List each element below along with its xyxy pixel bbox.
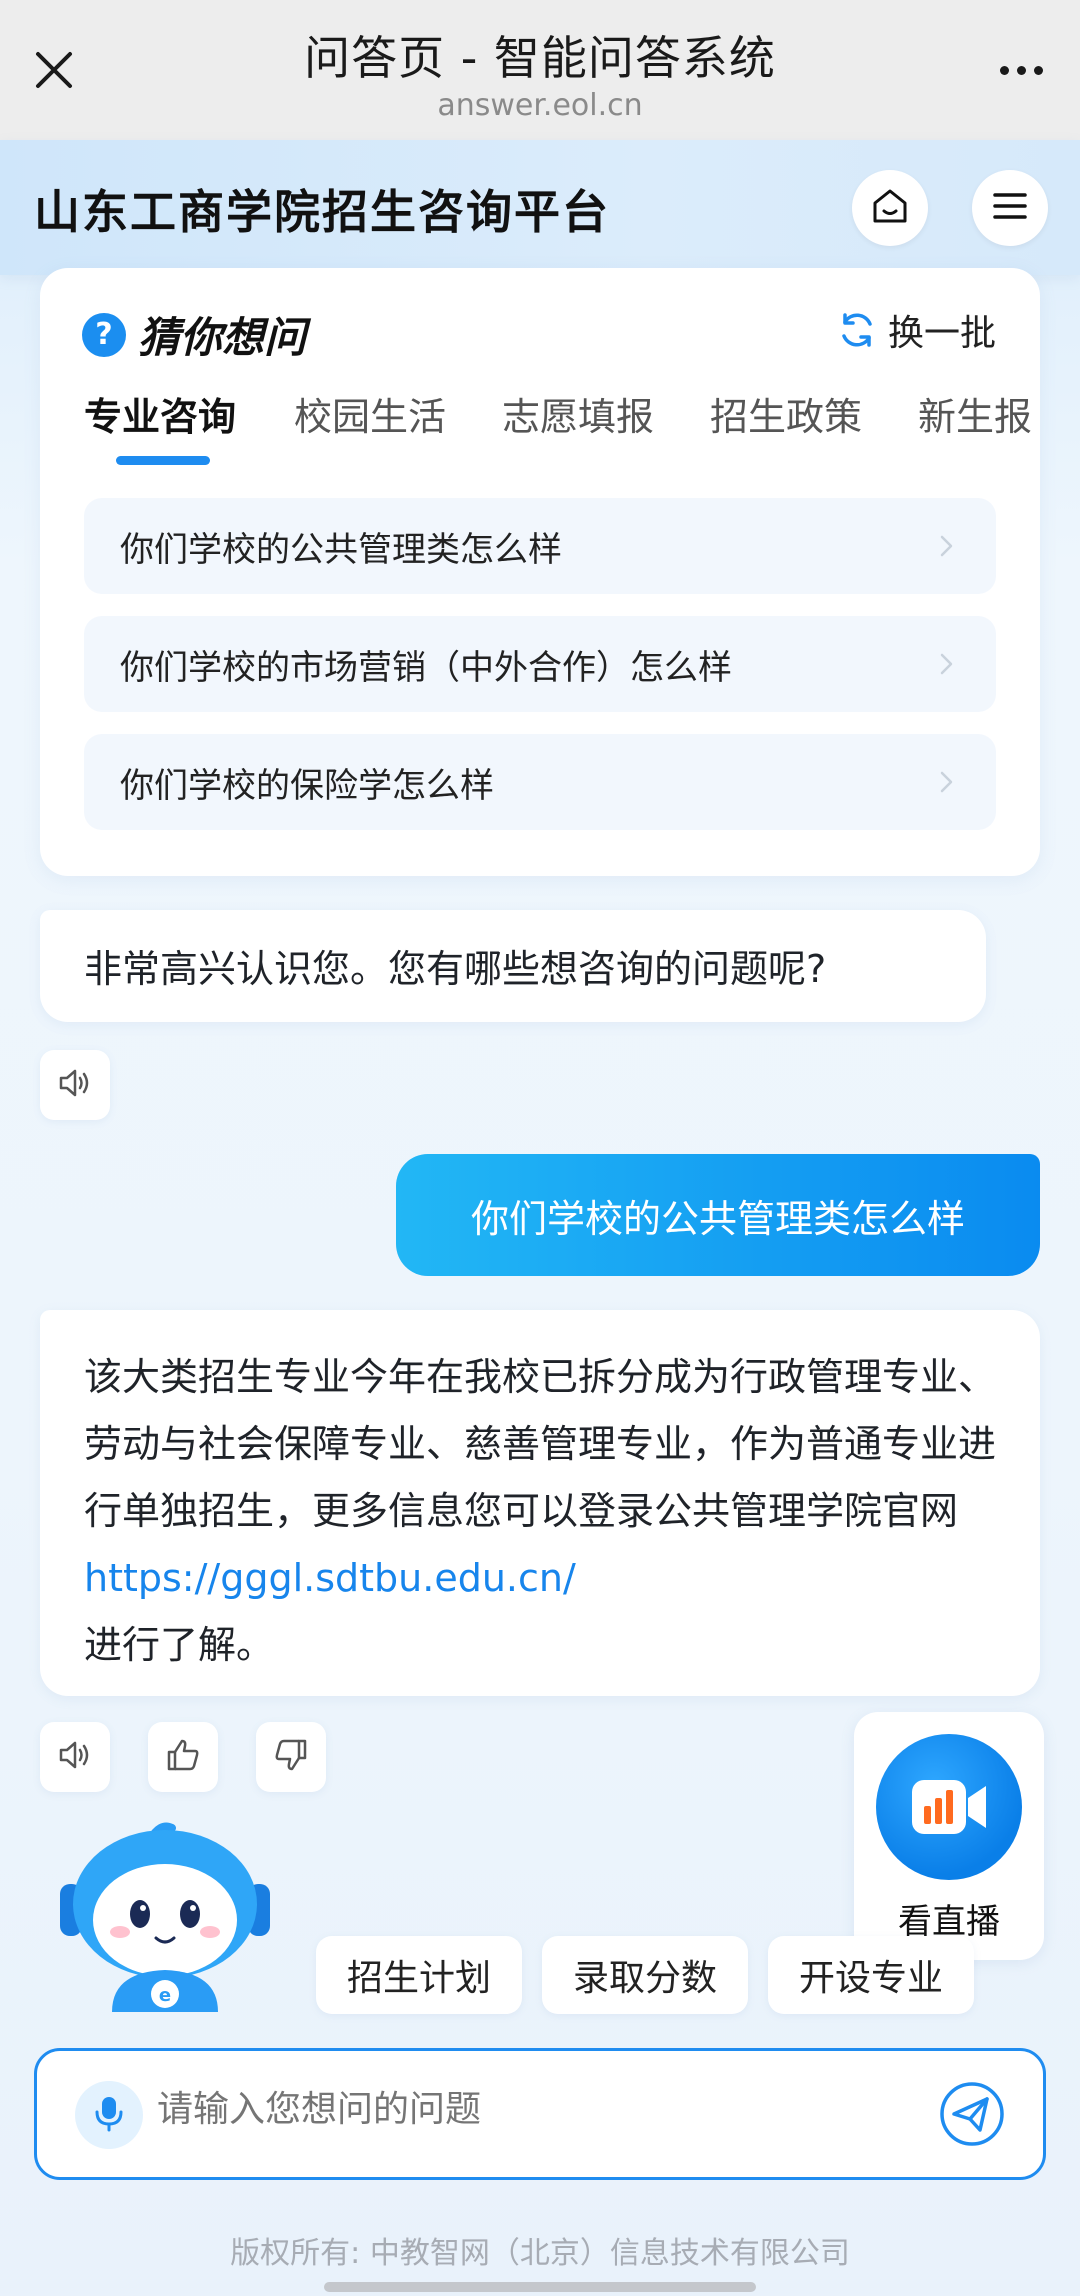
speaker-icon [55,1735,95,1779]
speaker-icon [55,1063,95,1107]
chevron-right-icon [940,653,953,675]
question-input-box [34,2048,1046,2180]
live-video-icon [876,1734,1022,1880]
suggested-question-text: 你们学校的市场营销（中外合作）怎么样 [120,647,732,688]
menu-icon [990,186,1030,230]
guess-header: ? 猜你想问 [82,304,306,365]
question-icon: ? [82,312,126,357]
mascot-robot-image: e [50,1822,280,2012]
home-icon [869,185,911,231]
chevron-right-icon [940,535,953,557]
tab-campus-life[interactable]: 校园生活 [294,386,446,466]
thumbs-down-icon [271,1735,311,1779]
guess-card: ? 猜你想问 换一批 专业咨询 校园生活 志愿填报 招生政策 新生报 你们学校的… [40,268,1040,876]
svg-text:e: e [159,1985,171,2006]
suggested-question-text: 你们学校的公共管理类怎么样 [120,529,562,570]
bot-answer-tail: 进行了解。 [84,1623,275,1667]
quick-chip-majors[interactable]: 开设专业 [768,1936,974,2014]
browser-url: answer.eol.cn [437,88,643,123]
bot-answer-bubble: 该大类招生专业今年在我校已拆分成为行政管理专业、劳动与社会保障专业、慈善管理专业… [40,1310,1040,1696]
tab-freshman[interactable]: 新生报 [918,386,1032,466]
microphone-button[interactable] [75,2081,143,2149]
refresh-button[interactable]: 换一批 [836,304,996,356]
refresh-label: 换一批 [887,313,996,354]
user-message-text: 你们学校的公共管理类怎么样 [470,1196,965,1241]
quick-chip-admission-scores[interactable]: 录取分数 [542,1936,748,2014]
home-button[interactable] [852,170,928,246]
browser-title: 问答页 - 智能问答系统 [304,31,776,85]
live-stream-button[interactable]: 看直播 [854,1712,1044,1960]
thumbs-up-icon [163,1735,203,1779]
chevron-right-icon [940,771,953,793]
question-input[interactable] [157,2089,857,2130]
home-indicator[interactable] [324,2282,756,2292]
thumbs-down-button[interactable] [256,1722,326,1792]
microphone-icon [89,2093,129,2137]
answer-link[interactable]: https://gggl.sdtbu.edu.cn/ [84,1556,576,1600]
bot-answer-text: 该大类招生专业今年在我校已拆分成为行政管理专业、劳动与社会保障专业、慈善管理专业… [84,1355,997,1533]
send-button[interactable] [937,2081,1007,2151]
menu-button[interactable] [972,170,1048,246]
more-icon[interactable] [986,40,1056,100]
suggested-question[interactable]: 你们学校的市场营销（中外合作）怎么样 [84,616,996,712]
tab-application[interactable]: 志愿填报 [502,386,654,466]
suggested-question[interactable]: 你们学校的公共管理类怎么样 [84,498,996,594]
refresh-icon [836,309,878,351]
suggested-question[interactable]: 你们学校的保险学怎么样 [84,734,996,830]
user-message-bubble: 你们学校的公共管理类怎么样 [396,1154,1040,1276]
category-tabs: 专业咨询 校园生活 志愿填报 招生政策 新生报 [84,386,1040,466]
suggested-question-text: 你们学校的保险学怎么样 [120,765,494,806]
thumbs-up-button[interactable] [148,1722,218,1792]
speaker-button[interactable] [40,1050,110,1120]
quick-chip-enrollment-plan[interactable]: 招生计划 [316,1936,522,2014]
tab-major[interactable]: 专业咨询 [84,386,236,466]
speaker-button[interactable] [40,1722,110,1792]
bot-greeting-bubble: 非常高兴认识您。您有哪些想咨询的问题呢? [40,910,986,1022]
site-header: 山东工商学院招生咨询平台 [0,140,1080,275]
active-tab-indicator [116,456,210,465]
send-icon [939,2081,1005,2151]
guess-title: 猜你想问 [138,313,307,362]
site-title: 山东工商学院招生咨询平台 [34,185,610,239]
browser-bar: 问答页 - 智能问答系统 answer.eol.cn [0,0,1080,140]
tab-policy[interactable]: 招生政策 [710,386,862,466]
footer-copyright: 版权所有: 中教智网（北京）信息技术有限公司 [230,2236,850,2271]
bot-greeting-text: 非常高兴认识您。您有哪些想咨询的问题呢? [84,947,827,991]
